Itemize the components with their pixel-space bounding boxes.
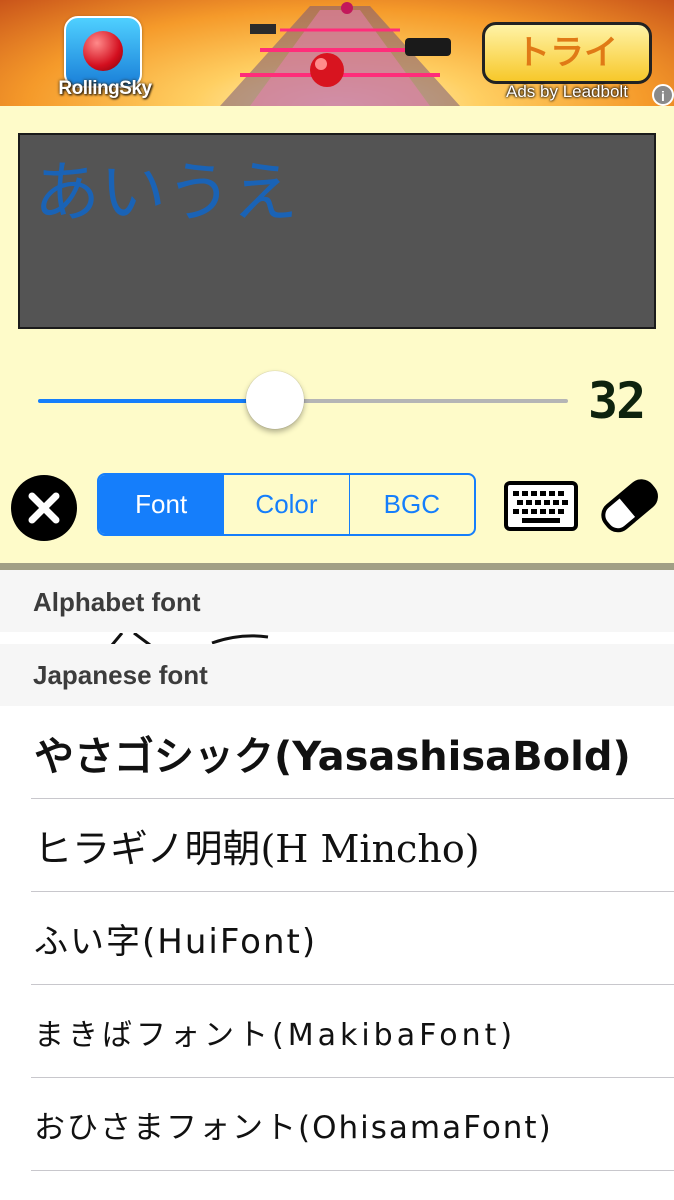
font-item-yasashisa[interactable]: やさゴシック(YasashisaBold) xyxy=(0,706,674,799)
list-item-partial[interactable] xyxy=(0,632,674,644)
close-icon xyxy=(28,492,60,524)
mode-segmented-control: Font Color BGC xyxy=(97,473,476,536)
font-item-ohisama[interactable]: おひさまフォント(OhisamaFont) xyxy=(0,1078,674,1171)
size-slider-fill[interactable] xyxy=(38,399,274,403)
eraser-button[interactable] xyxy=(596,472,662,538)
segment-font[interactable]: Font xyxy=(99,475,224,534)
font-item-huifont[interactable]: ふい字(HuiFont) xyxy=(0,892,674,985)
ad-app-name: RollingSky xyxy=(58,78,152,99)
ball-icon xyxy=(83,31,123,71)
size-slider-track[interactable] xyxy=(274,399,568,403)
ad-game-artwork xyxy=(220,2,460,106)
partial-font-glyphs xyxy=(110,632,269,644)
close-button[interactable] xyxy=(11,475,77,541)
font-item-makiba[interactable]: まきばフォント(MakibaFont) xyxy=(0,985,674,1078)
panel-divider xyxy=(0,563,674,570)
font-item-label: まきばフォント(MakibaFont) xyxy=(34,1017,517,1053)
control-panel: あいうえ 32 Font Color BGC xyxy=(0,106,674,564)
ad-attribution: Ads by Leadbolt xyxy=(506,82,628,101)
preview-text: あいうえ xyxy=(34,154,298,231)
size-slider-thumb[interactable] xyxy=(246,371,304,429)
info-icon[interactable]: i xyxy=(652,84,674,106)
font-item-label: ふい字(HuiFont) xyxy=(34,922,318,962)
keyboard-icon xyxy=(504,481,578,531)
segment-bgc[interactable]: BGC xyxy=(348,475,474,534)
eraser-icon xyxy=(601,479,658,533)
font-item-label: おひさまフォント(OhisamaFont) xyxy=(34,1110,553,1146)
list-item-partial-bottom[interactable] xyxy=(0,1171,674,1200)
ad-try-button[interactable]: トライ xyxy=(482,22,652,84)
section-header-japanese: Japanese font xyxy=(0,644,674,706)
ad-banner[interactable]: RollingSky トライ Ads by Leadbolt i xyxy=(0,0,674,106)
section-header-alphabet: Alphabet font xyxy=(0,570,674,634)
font-item-mincho[interactable]: ヒラギノ明朝(H Mincho) xyxy=(0,799,674,892)
text-preview[interactable]: あいうえ xyxy=(18,133,656,329)
segment-color[interactable]: Color xyxy=(223,475,348,534)
font-item-label: やさゴシック(YasashisaBold) xyxy=(34,733,631,780)
font-item-label: ヒラギノ明朝(H Mincho) xyxy=(34,827,480,871)
keyboard-button[interactable] xyxy=(504,481,578,531)
font-size-value: 32 xyxy=(588,372,646,430)
